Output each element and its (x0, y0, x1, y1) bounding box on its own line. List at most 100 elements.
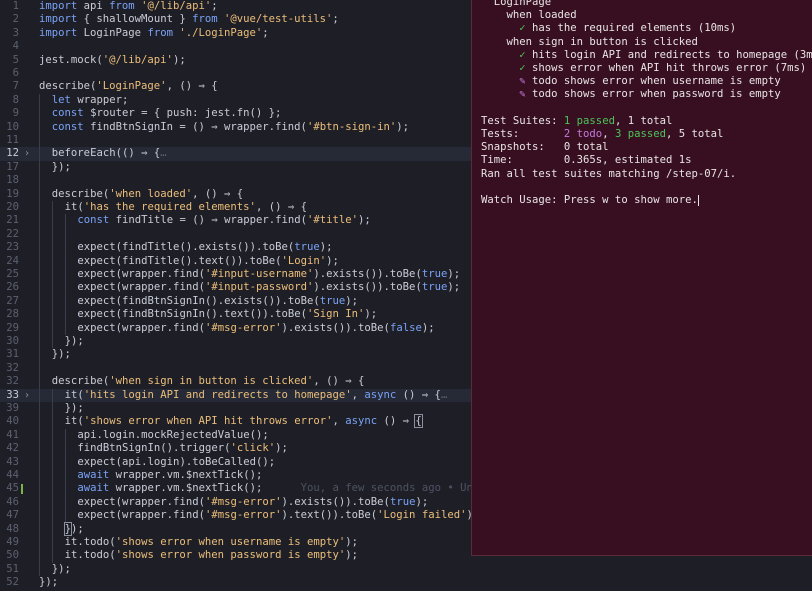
indent-guide (39, 348, 40, 362)
line-number: 21 (6, 214, 19, 227)
terminal-line: ✎ todo shows error when username is empt… (481, 75, 781, 88)
code-text: import LoginPage from './LoginPage'; (39, 27, 269, 40)
terminal-text: todo shows error when password is empty (532, 88, 781, 101)
code-token: await (77, 482, 116, 495)
indent-guide (64, 509, 66, 523)
indent-guide (39, 455, 40, 469)
code-text: const findBtnSignIn = () ⇒ wrapper.find(… (52, 121, 409, 134)
indent-guide (64, 455, 66, 469)
code-token: wrapper; (77, 93, 129, 106)
line-number: 11 (6, 134, 19, 146)
indent-guide (64, 482, 66, 496)
indent-guide (39, 522, 40, 536)
code-text: expect(findTitle().text()).toBe('Login')… (77, 255, 339, 268)
indent-guide (39, 428, 40, 443)
code-text: expect(wrapper.find('#msg-error').exists… (77, 322, 434, 335)
indent-guide (39, 388, 40, 402)
code-token: async (345, 415, 384, 428)
code-token: ).exists()).toBe( (313, 281, 422, 294)
code-token: findTitle = () ⇒ wrapper.find( (115, 214, 308, 227)
line-number: 43 (6, 455, 19, 468)
code-token: }); (51, 160, 71, 173)
code-token: 'shows error when password is empty' (115, 549, 346, 562)
terminal-line: ✓ has the required elements (10ms) (481, 22, 736, 35)
code-token: () ⇒ { (402, 388, 441, 401)
terminal-text: when sign in button is clicked (481, 35, 698, 48)
code-token: ); (396, 120, 409, 133)
terminal-panel[interactable]: LoginPage when loaded ✓ has the required… (471, 0, 812, 556)
indent-guide (39, 93, 40, 108)
terminal-text: Snapshots: 0 total (481, 141, 609, 154)
code-token: wrapper.vm.$nextTick(); (115, 469, 263, 481)
terminal-text: todo shows error when username is empty (532, 75, 781, 88)
terminal-text: , (602, 128, 615, 140)
code-token: true (294, 241, 320, 254)
indent-guide (64, 469, 66, 483)
todo-text: ✎ (481, 88, 533, 101)
code-token: expect(wrapper.find( (77, 268, 205, 280)
code-token: … (440, 388, 448, 401)
code-token: true (319, 294, 346, 307)
terminal-text: Watch Usage: Press w to show more. (481, 194, 698, 206)
terminal-text: Ran all test suites matching /step-07/i. (481, 167, 737, 180)
code-token: false (389, 321, 422, 334)
indent-guide (39, 214, 40, 228)
code-token: api (83, 0, 110, 12)
code-token: }); (51, 562, 71, 575)
indent-guide (64, 294, 66, 309)
line-number: 27 (6, 294, 19, 307)
code-line[interactable]: 51}); (0, 562, 812, 577)
line-number: 18 (6, 174, 19, 187)
indent-guide (51, 536, 53, 550)
indent-guide (51, 455, 53, 469)
code-token: }); (39, 576, 59, 589)
line-number: 22 (6, 227, 19, 240)
code-token: ); (421, 321, 435, 334)
fold-chevron-icon[interactable]: › (24, 389, 30, 402)
code-token: '#msg-error' (204, 321, 282, 334)
code-token: '#msg-error' (204, 509, 282, 522)
code-token: from (109, 0, 142, 12)
code-text: findBtnSignIn().trigger('click'); (77, 442, 288, 455)
fold-chevron-icon[interactable]: › (24, 147, 30, 160)
indent-guide (39, 241, 40, 255)
code-token: expect(findTitle().exists()).toBe( (77, 241, 295, 254)
terminal-line: Time: 0.365s, estimated 1s (481, 154, 691, 167)
indent-guide (39, 495, 40, 510)
code-token: ); (415, 495, 429, 508)
indent-guide (51, 308, 53, 322)
line-number: 39 (6, 402, 19, 414)
line-number: 25 (6, 268, 19, 280)
code-token: jest.mock( (39, 53, 103, 66)
terminal-text: , 1 total (614, 114, 673, 127)
line-number: 29 (6, 321, 19, 334)
indent-guide (39, 227, 40, 242)
indent-guide (64, 442, 66, 456)
line-number: 51 (6, 562, 19, 575)
code-line[interactable]: 52}); (0, 576, 812, 589)
code-token: ); (172, 53, 186, 66)
line-number: 41 (6, 428, 19, 441)
code-token: beforeEach(() ⇒ { (51, 147, 161, 160)
code-token: ); (275, 442, 288, 455)
code-token: expect(wrapper.find( (77, 495, 205, 508)
code-text: expect(api.login).toBeCalled(); (77, 456, 275, 469)
code-token: 'Login' (281, 254, 327, 267)
code-token: const (51, 120, 91, 133)
indent-guide (51, 201, 53, 215)
code-text: const findTitle = () ⇒ wrapper.find('#ti… (77, 214, 370, 227)
indent-guide (51, 214, 53, 228)
terminal-line: Ran all test suites matching /step-07/i. (481, 168, 736, 181)
indent-guide (39, 536, 40, 550)
indent-guide (51, 442, 53, 456)
terminal-text: Time: 0.365s, estimated 1s (481, 154, 692, 167)
code-text: }); (52, 161, 71, 174)
code-text: describe('when sign in button is clicked… (52, 375, 365, 388)
line-number: 1 (12, 0, 19, 12)
code-text: beforeEach(() ⇒ {… (52, 147, 167, 160)
indent-guide (39, 321, 40, 335)
code-token: expect(wrapper.find( (77, 321, 205, 334)
code-token: async (364, 388, 403, 401)
line-number: 33 (6, 388, 19, 401)
code-token: LoginPage (83, 26, 148, 39)
